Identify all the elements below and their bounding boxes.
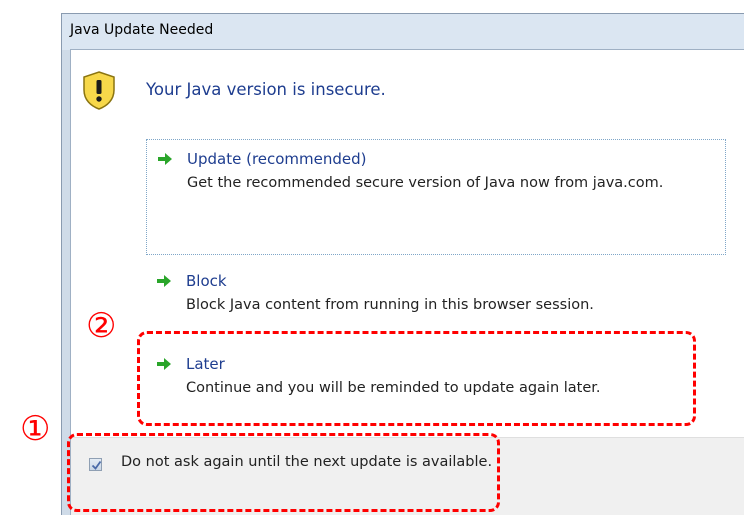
annotation-number-2: ②	[86, 306, 117, 346]
window-title: Java Update Needed	[70, 22, 214, 38]
option-block[interactable]: Block Block Java content from running in…	[146, 262, 726, 338]
green-arrow-icon	[158, 153, 172, 165]
warning-shield-icon	[83, 71, 115, 110]
option-title: Block	[186, 272, 227, 290]
warning-message: Your Java version is insecure.	[146, 80, 386, 99]
page: Java Update Needed Your Java version is …	[0, 0, 744, 515]
option-update[interactable]: Update (recommended) Get the recommended…	[146, 139, 726, 255]
title-bar[interactable]: Java Update Needed	[62, 14, 744, 50]
annotation-highlight-later	[137, 331, 696, 426]
option-description: Get the recommended secure version of Ja…	[187, 175, 664, 191]
green-arrow-icon	[157, 275, 171, 287]
option-title: Update (recommended)	[187, 150, 367, 168]
annotation-number-1: ①	[20, 409, 51, 449]
annotation-highlight-checkbox	[67, 433, 500, 512]
option-description: Block Java content from running in this …	[186, 297, 594, 313]
